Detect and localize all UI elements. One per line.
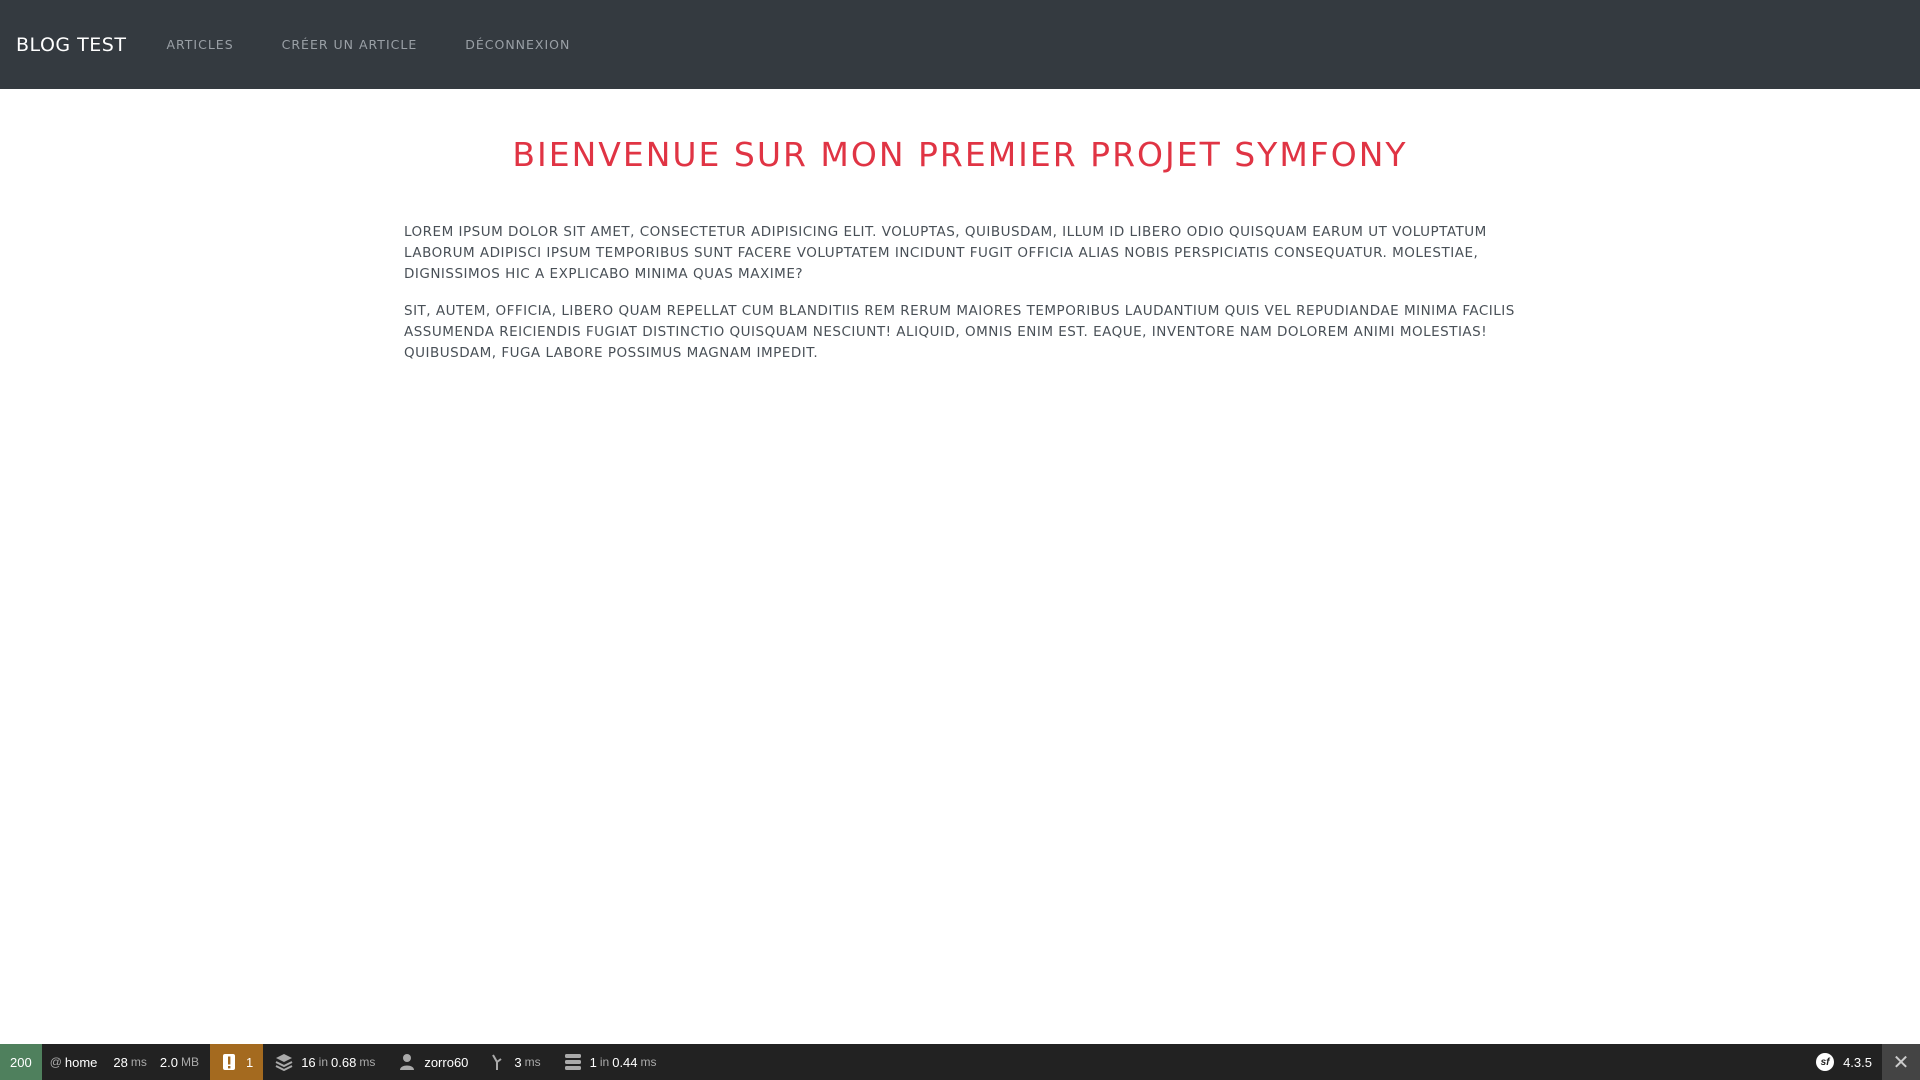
twig-time: 0.68 <box>331 1054 357 1070</box>
ajax-icon <box>488 1053 506 1071</box>
nav-link-create-article[interactable]: CRÉER UN ARTICLE <box>282 37 418 52</box>
warnings-block[interactable]: 1 <box>209 1044 264 1080</box>
twig-in: in <box>318 1055 329 1069</box>
warning-count: 1 <box>245 1054 254 1070</box>
user-icon <box>398 1053 416 1071</box>
memory-value: 2.0 <box>159 1054 178 1070</box>
ajax-value: 3 <box>514 1054 522 1070</box>
twig-block[interactable]: 16 in 0.68 ms <box>263 1044 386 1080</box>
debug-toolbar: 200 @ home 28 ms 2.0 MB 1 16 in 0.68 ms … <box>0 1044 1920 1080</box>
route-block[interactable]: @ home <box>42 1044 106 1080</box>
layers-icon <box>275 1053 293 1071</box>
database-icon <box>564 1053 582 1071</box>
warning-icon <box>220 1053 238 1071</box>
intro-paragraph-2: SIT, AUTEM, OFFICIA, LIBERO QUAM REPELLA… <box>404 303 1515 361</box>
nav-link-articles[interactable]: ARTICLES <box>166 37 233 52</box>
db-time: 0.44 <box>612 1054 638 1070</box>
db-count: 1 <box>589 1054 597 1070</box>
route-name: home <box>64 1054 98 1070</box>
database-block[interactable]: 1 in 0.44 ms <box>552 1044 668 1080</box>
close-icon: ✕ <box>1892 1051 1910 1074</box>
time-block[interactable]: 28 ms <box>105 1044 157 1080</box>
symfony-logo: sf <box>1816 1053 1835 1071</box>
user-block[interactable]: zorro60 <box>386 1044 476 1080</box>
time-unit: ms <box>130 1055 147 1069</box>
brand-link[interactable]: BLOG TEST <box>16 34 126 56</box>
status-code-badge[interactable]: 200 <box>0 1044 42 1080</box>
db-unit: ms <box>640 1055 657 1069</box>
db-in: in <box>599 1055 610 1069</box>
memory-block[interactable]: 2.0 MB <box>158 1044 210 1080</box>
symfony-version: 4.3.5 <box>1843 1054 1872 1070</box>
twig-count: 16 <box>301 1054 316 1070</box>
main-content: BIENVENUE SUR MON PREMIER PROJET SYMFONY… <box>404 89 1516 364</box>
page: BLOG TEST ARTICLES CRÉER UN ARTICLE DÉCO… <box>0 0 1920 1080</box>
page-title: BIENVENUE SUR MON PREMIER PROJET SYMFONY <box>512 135 1408 174</box>
nav-link-logout[interactable]: DÉCONNEXION <box>465 37 570 52</box>
status-code: 200 <box>10 1054 32 1070</box>
time-value: 28 <box>113 1054 128 1070</box>
route-prefix: @ <box>49 1055 62 1069</box>
close-toolbar-button[interactable]: ✕ <box>1882 1044 1920 1080</box>
ajax-block[interactable]: 3 ms <box>476 1044 551 1080</box>
ajax-unit: ms <box>524 1055 541 1069</box>
twig-unit: ms <box>359 1055 376 1069</box>
nav-links: ARTICLES CRÉER UN ARTICLE DÉCONNEXION <box>166 37 618 52</box>
memory-unit: MB <box>180 1055 199 1069</box>
user-name: zorro60 <box>424 1054 469 1070</box>
navbar: BLOG TEST ARTICLES CRÉER UN ARTICLE DÉCO… <box>0 0 1920 89</box>
symfony-version-block[interactable]: sf 4.3.5 <box>1808 1044 1882 1080</box>
intro-paragraph-1: LOREM IPSUM DOLOR SIT AMET, CONSECTETUR … <box>404 224 1487 282</box>
